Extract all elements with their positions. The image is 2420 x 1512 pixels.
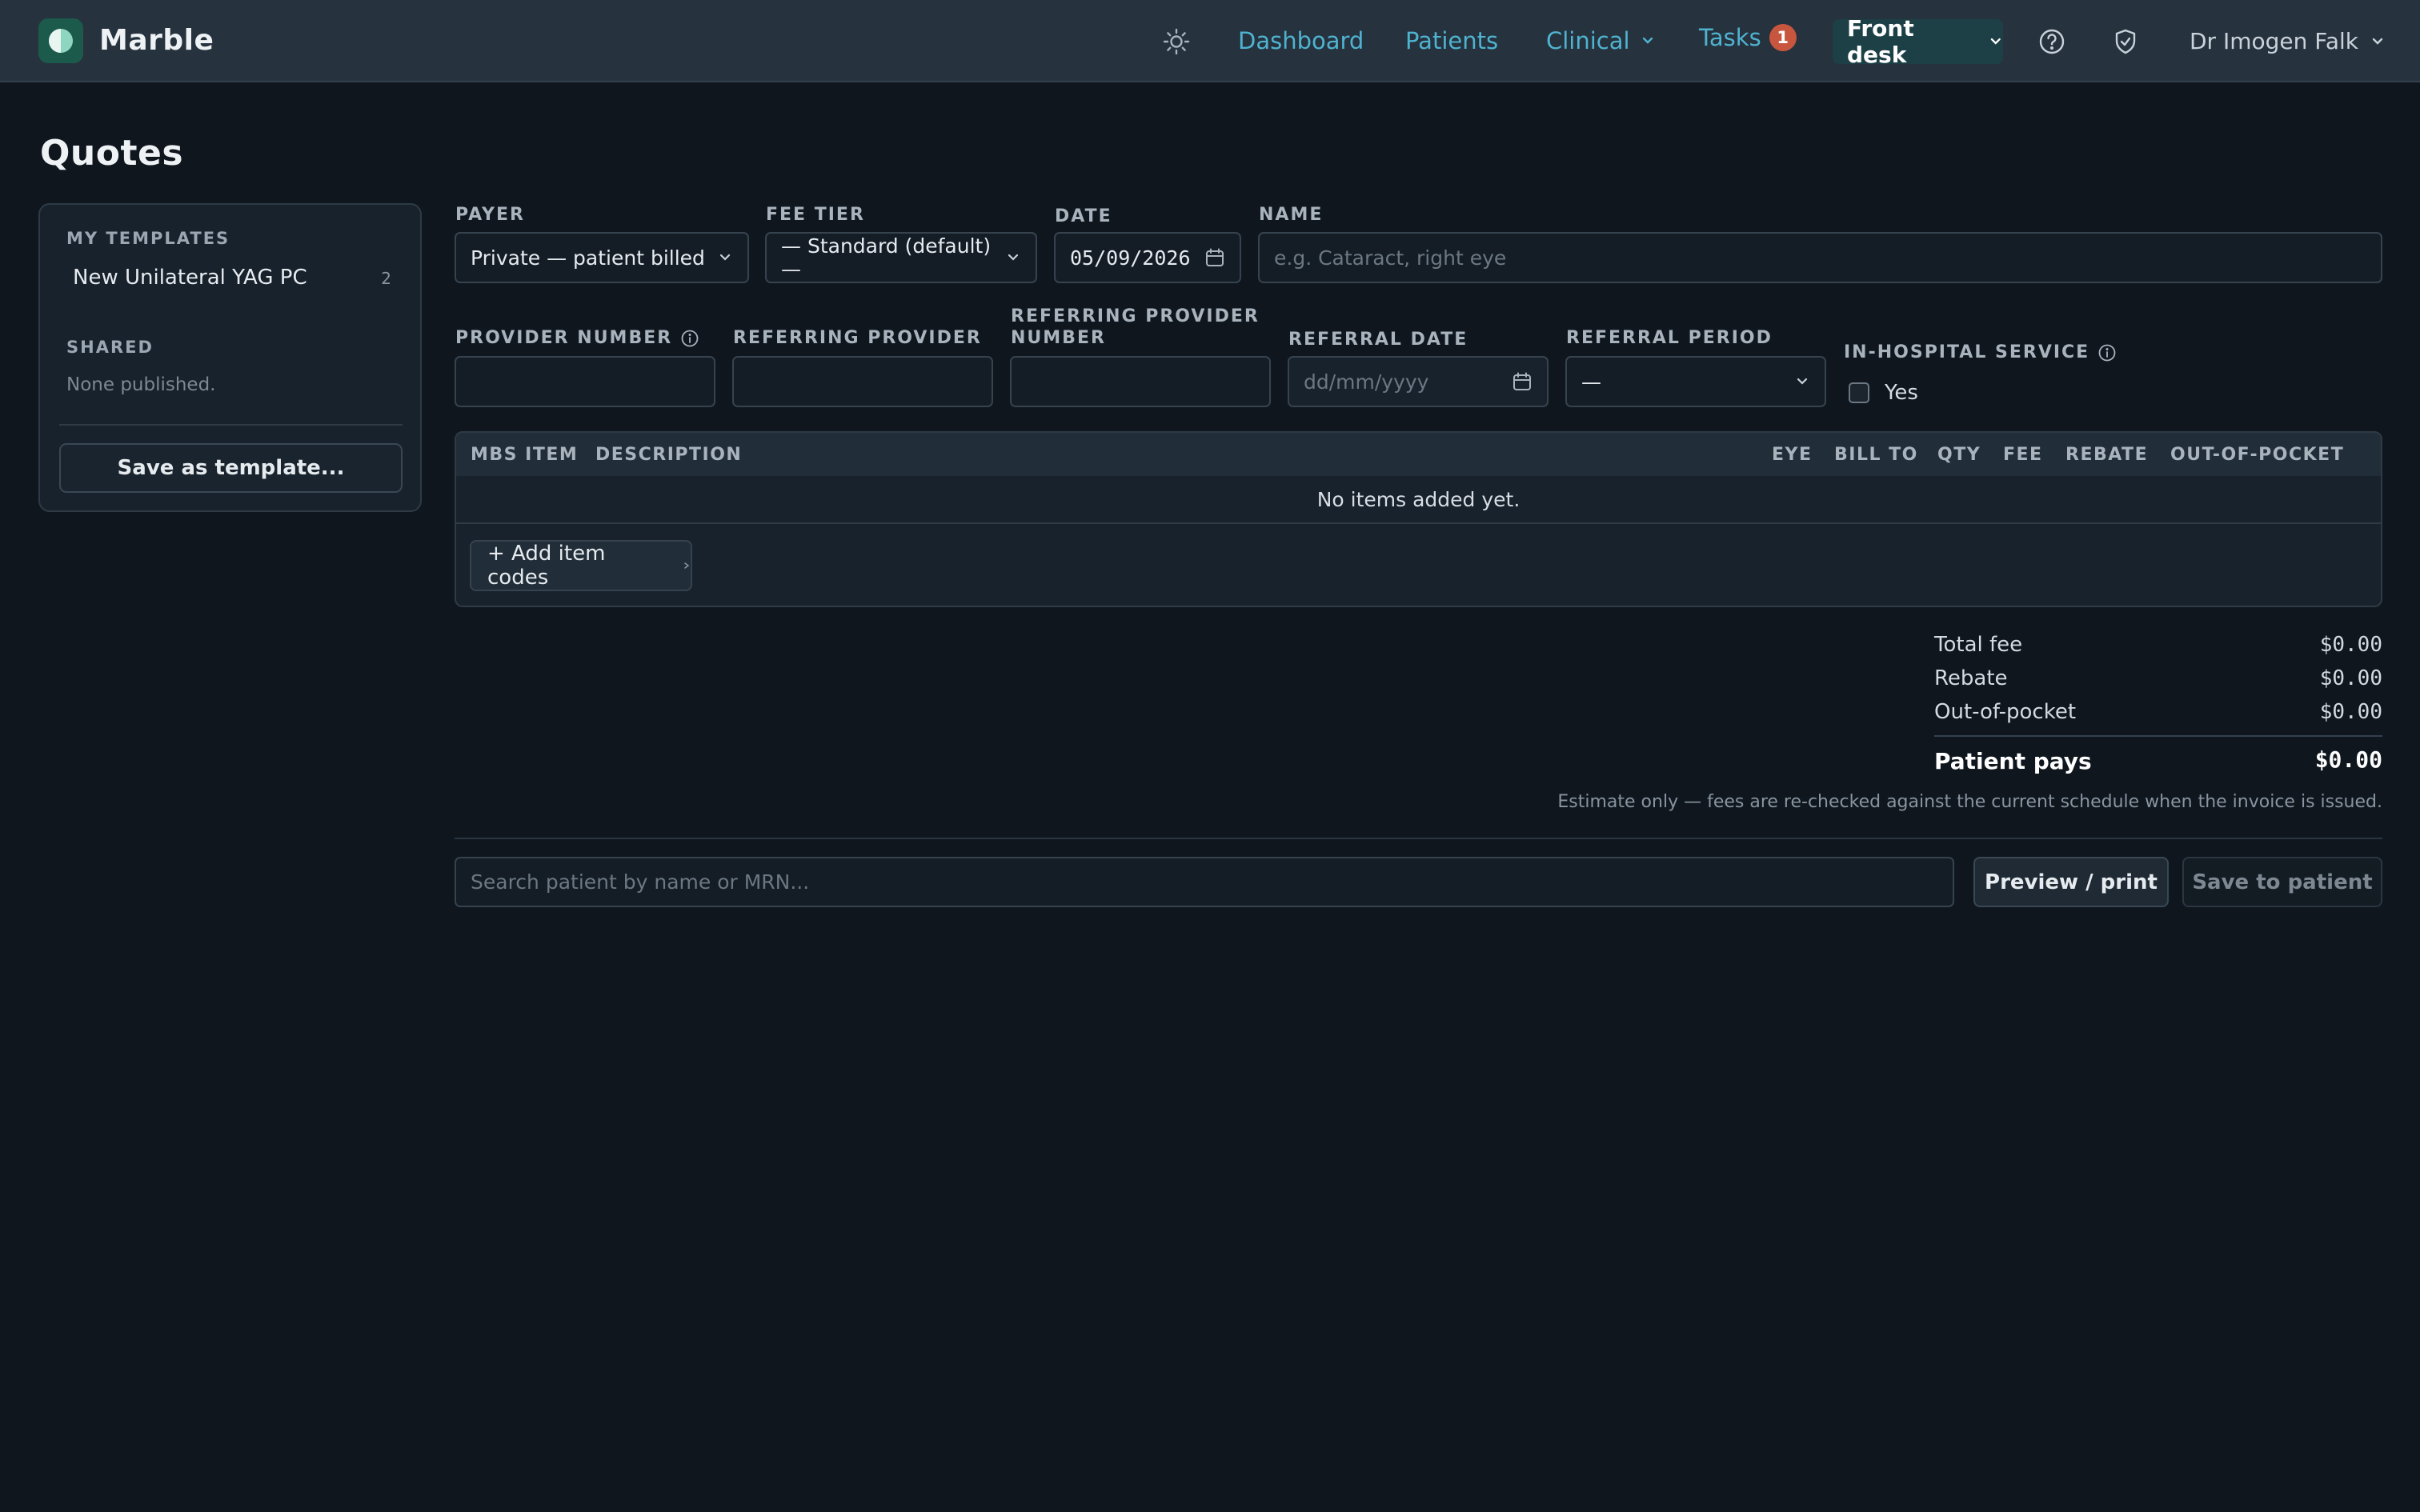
referring-provider-number-input[interactable] bbox=[1010, 356, 1271, 407]
col-mbs-item: MBS ITEM bbox=[471, 444, 579, 465]
payer-select[interactable]: Private — patient billed bbox=[455, 232, 749, 283]
info-icon[interactable] bbox=[680, 329, 699, 348]
referring-provider-input[interactable] bbox=[732, 356, 993, 407]
quote-name-input[interactable]: e.g. Cataract, right eye bbox=[1258, 232, 2382, 283]
nav-clinical[interactable]: Clinical bbox=[1546, 27, 1656, 54]
rebate-label: Rebate bbox=[1934, 666, 2008, 690]
top-bar: Marble Dashboard Patients Clinical Tasks… bbox=[0, 0, 2420, 82]
chevron-down-icon bbox=[1990, 38, 2001, 45]
chevron-down-icon bbox=[719, 254, 731, 261]
name-label: NAME bbox=[1259, 205, 1324, 225]
referring-provider-label: REFERRING PROVIDER bbox=[733, 328, 982, 348]
front-desk-menu[interactable]: Front desk bbox=[1833, 15, 2003, 68]
referral-date-placeholder: dd/mm/yyyy bbox=[1304, 370, 1429, 394]
referral-date-label: REFERRAL DATE bbox=[1288, 330, 1468, 350]
referral-period-select[interactable]: — bbox=[1565, 356, 1826, 407]
chevron-right-icon bbox=[684, 562, 690, 569]
totals-divider bbox=[1934, 735, 2382, 737]
calendar-icon[interactable] bbox=[1204, 247, 1225, 268]
referral-period-value: — bbox=[1581, 370, 1601, 394]
save-as-template-button[interactable]: Save as template... bbox=[59, 443, 403, 493]
date-label: DATE bbox=[1055, 206, 1112, 226]
user-menu[interactable]: Dr Imogen Falk bbox=[2190, 0, 2386, 82]
out-of-pocket-value: $0.00 bbox=[2319, 700, 2382, 724]
front-desk-label: Front desk bbox=[1847, 15, 1914, 68]
shared-heading: SHARED bbox=[66, 338, 154, 357]
nav-tasks[interactable]: Tasks 1 bbox=[1699, 24, 1797, 51]
in-hospital-label: IN-HOSPITAL SERVICE bbox=[1844, 342, 2117, 362]
page-title: Quotes bbox=[40, 133, 184, 174]
estimate-note: Estimate only — fees are re-checked agai… bbox=[1557, 792, 2382, 812]
referral-date-input[interactable]: dd/mm/yyyy bbox=[1288, 356, 1549, 407]
chevron-down-icon bbox=[1797, 378, 1808, 385]
referring-provider-number-label: REFERRING PROVIDER NUMBER bbox=[1011, 306, 1260, 348]
table-header: MBS ITEM DESCRIPTION EYE BILL TO QTY FEE… bbox=[456, 433, 2381, 476]
chevron-down-icon bbox=[2372, 38, 2383, 45]
col-fee: FEE bbox=[2003, 444, 2043, 465]
rebate-value: $0.00 bbox=[2319, 666, 2382, 690]
in-hospital-label-text: IN-HOSPITAL SERVICE bbox=[1844, 342, 2090, 362]
patient-search-placeholder: Search patient by name or MRN... bbox=[471, 870, 810, 894]
name-placeholder: e.g. Cataract, right eye bbox=[1274, 246, 1507, 270]
col-bill-to: BILL TO bbox=[1834, 444, 1918, 465]
date-input[interactable]: 05/09/2026 bbox=[1054, 232, 1241, 283]
payer-value: Private — patient billed bbox=[471, 246, 705, 270]
footer-divider bbox=[455, 838, 2382, 839]
help-circle-icon[interactable] bbox=[2033, 22, 2071, 61]
col-eye: EYE bbox=[1772, 444, 1813, 465]
col-out-of-pocket: OUT-OF-POCKET bbox=[2170, 444, 2345, 465]
nav-patients[interactable]: Patients bbox=[1405, 27, 1498, 54]
templates-sidebar: MY TEMPLATES New Unilateral YAG PC 2 SHA… bbox=[38, 203, 422, 512]
my-templates-heading: MY TEMPLATES bbox=[66, 229, 230, 248]
col-rebate: REBATE bbox=[2065, 444, 2149, 465]
user-name: Dr Imogen Falk bbox=[2190, 28, 2358, 54]
empty-table-message: No items added yet. bbox=[456, 476, 2381, 524]
preview-print-button[interactable]: Preview / print bbox=[1973, 857, 2169, 907]
chevron-down-icon bbox=[1642, 37, 1653, 44]
chevron-down-icon bbox=[1008, 254, 1019, 261]
patient-pays-value: $0.00 bbox=[2314, 746, 2382, 773]
shared-empty-text: None published. bbox=[66, 374, 216, 395]
provider-number-label: PROVIDER NUMBER bbox=[455, 328, 699, 348]
shield-check-icon[interactable] bbox=[2106, 22, 2145, 61]
divider bbox=[59, 424, 403, 426]
sun-icon[interactable] bbox=[1157, 22, 1196, 61]
fee-tier-label: FEE TIER bbox=[766, 205, 865, 225]
provider-number-label-text: PROVIDER NUMBER bbox=[455, 328, 673, 348]
payer-label: PAYER bbox=[455, 205, 525, 225]
app-name: Marble bbox=[99, 24, 214, 57]
nav-clinical-label: Clinical bbox=[1546, 27, 1630, 54]
items-table: MBS ITEM DESCRIPTION EYE BILL TO QTY FEE… bbox=[455, 431, 2382, 607]
nav-tasks-label: Tasks bbox=[1699, 24, 1761, 51]
out-of-pocket-label: Out-of-pocket bbox=[1934, 700, 2077, 724]
template-item-count: 2 bbox=[381, 269, 391, 288]
add-item-codes-button[interactable]: + Add item codes bbox=[470, 540, 692, 591]
provider-number-input[interactable] bbox=[455, 356, 715, 407]
info-icon[interactable] bbox=[2097, 343, 2117, 362]
save-to-patient-button[interactable]: Save to patient bbox=[2182, 857, 2382, 907]
fee-tier-value: — Standard (default) — bbox=[781, 234, 992, 281]
patient-search-input[interactable]: Search patient by name or MRN... bbox=[455, 857, 1954, 907]
col-description: DESCRIPTION bbox=[595, 444, 743, 465]
fee-tier-select[interactable]: — Standard (default) — bbox=[765, 232, 1037, 283]
total-fee-value: $0.00 bbox=[2319, 633, 2382, 657]
col-qty: QTY bbox=[1937, 444, 1981, 465]
tasks-count-badge: 1 bbox=[1769, 24, 1797, 51]
brand[interactable]: Marble bbox=[38, 18, 214, 63]
in-hospital-checkbox[interactable] bbox=[1849, 382, 1869, 403]
patient-pays-label: Patient pays bbox=[1934, 748, 2092, 774]
template-item-name: New Unilateral YAG PC bbox=[73, 266, 307, 290]
half-circle-logo-icon bbox=[38, 18, 83, 63]
in-hospital-option-label: Yes bbox=[1885, 381, 1918, 405]
total-fee-label: Total fee bbox=[1934, 633, 2023, 657]
referral-period-label: REFERRAL PERIOD bbox=[1566, 328, 1773, 348]
template-item[interactable]: New Unilateral YAG PC 2 bbox=[46, 259, 415, 299]
nav-dashboard[interactable]: Dashboard bbox=[1238, 27, 1364, 54]
date-value: 05/09/2026 bbox=[1070, 246, 1191, 270]
calendar-icon[interactable] bbox=[1512, 371, 1533, 392]
add-item-codes-label: + Add item codes bbox=[487, 542, 606, 590]
